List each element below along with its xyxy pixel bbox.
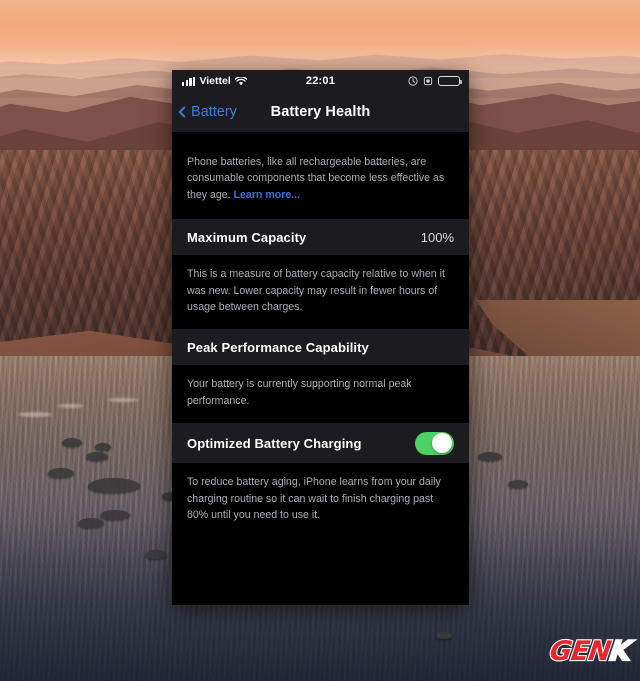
status-bar-right (408, 70, 462, 92)
peak-performance-row[interactable]: Peak Performance Capability (172, 329, 469, 366)
wallpaper-rock (48, 468, 74, 478)
wallpaper-rock (95, 443, 111, 451)
peak-performance-label: Peak Performance Capability (187, 339, 369, 355)
maximum-capacity-value: 100% (420, 229, 454, 245)
battery-icon (438, 75, 462, 87)
wallpaper-rock (436, 632, 452, 639)
wallpaper-rock (78, 518, 104, 528)
maximum-capacity-label: Maximum Capacity (187, 229, 307, 245)
wallpaper-foam (108, 398, 138, 402)
optimized-charging-label: Optimized Battery Charging (187, 435, 362, 451)
navigation-bar: Battery Battery Health (172, 92, 469, 132)
alarm-clock-icon (408, 76, 418, 86)
optimized-charging-row[interactable]: Optimized Battery Charging (172, 423, 469, 464)
wallpaper-foam (18, 412, 52, 417)
wallpaper-rock (145, 550, 167, 559)
wallpaper-rock (100, 510, 130, 520)
maximum-capacity-row[interactable]: Maximum Capacity 100% (172, 219, 469, 256)
wallpaper-rock (62, 438, 82, 447)
wallpaper-foam (58, 404, 84, 408)
phone-screenshot: Viettel 22:01 Battery Battery Health Pho… (172, 70, 469, 605)
wallpaper-rock (478, 452, 502, 461)
watermark-k: K (607, 635, 633, 668)
watermark-gen: GEN (547, 635, 614, 668)
learn-more-link[interactable]: Learn more... (234, 189, 301, 201)
wallpaper-rock (508, 480, 528, 488)
toggle-knob (432, 433, 453, 454)
intro-text: Phone batteries, like all rechargeable b… (187, 156, 445, 201)
genk-watermark: GENK (547, 635, 634, 668)
status-bar: Viettel 22:01 (172, 70, 469, 92)
settings-content: Phone batteries, like all rechargeable b… (172, 132, 469, 605)
intro-paragraph: Phone batteries, like all rechargeable b… (172, 132, 469, 219)
optimized-charging-description: To reduce battery aging, iPhone learns f… (172, 463, 469, 538)
peak-performance-description: Your battery is currently supporting nor… (172, 365, 469, 424)
maximum-capacity-description: This is a measure of battery capacity re… (172, 255, 469, 330)
wallpaper-rock (86, 452, 108, 461)
rotation-lock-icon (423, 76, 433, 86)
wallpaper-rock (88, 478, 140, 493)
page-title: Battery Health (270, 104, 371, 120)
optimized-charging-toggle[interactable] (415, 431, 454, 455)
